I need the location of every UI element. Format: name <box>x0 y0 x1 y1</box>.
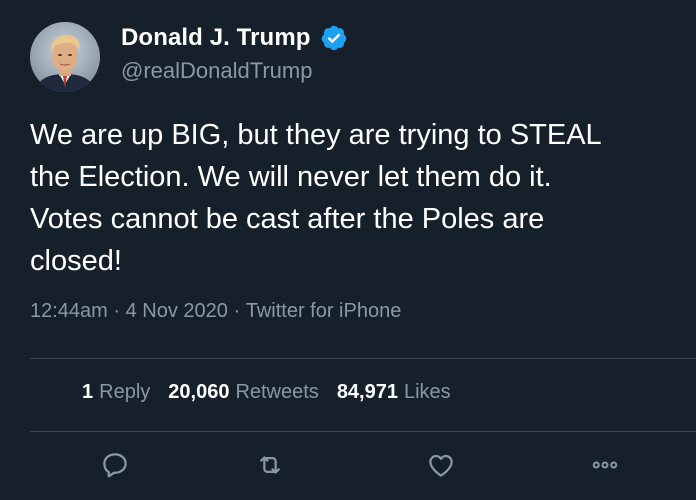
likes-stat[interactable]: 84,971 Likes <box>337 381 451 404</box>
retweet-icon <box>260 456 280 474</box>
reply-icon <box>103 453 127 478</box>
like-icon <box>429 454 453 477</box>
like-button[interactable] <box>423 447 459 483</box>
retweet-button[interactable] <box>252 447 288 483</box>
likes-label: Likes <box>403 381 451 403</box>
retweets-label: Retweets <box>235 381 319 403</box>
tweet-time[interactable]: 12:44am <box>30 300 108 323</box>
author-handle[interactable]: @realDonaldTrump <box>121 58 312 84</box>
author-name-row: Donald J. Trump <box>121 22 348 54</box>
retweets-stat[interactable]: 20,060 Retweets <box>168 381 319 404</box>
retweets-count: 20,060 <box>168 381 230 403</box>
tweet-source[interactable]: Twitter for iPhone <box>246 300 402 323</box>
replies-label: Reply <box>99 381 151 403</box>
divider <box>30 431 696 432</box>
tweet-stats: 1 Reply 20,060 Retweets 84,971 Likes <box>82 381 469 404</box>
more-icon <box>592 461 618 469</box>
divider <box>30 358 696 359</box>
tweet-card: Donald J. Trump @realDonaldTrump We are … <box>0 0 696 500</box>
avatar[interactable] <box>30 22 100 92</box>
reply-button[interactable] <box>97 447 133 483</box>
more-button[interactable] <box>587 447 623 483</box>
verified-icon <box>320 24 348 52</box>
replies-count: 1 <box>82 381 94 403</box>
likes-count: 84,971 <box>336 381 398 403</box>
display-name[interactable]: Donald J. Trump <box>121 24 311 52</box>
avatar-photo-icon <box>30 22 100 92</box>
meta-separator: · <box>227 300 246 322</box>
tweet-meta: 12:44am · 4 Nov 2020 · Twitter for iPhon… <box>30 300 401 323</box>
replies-stat[interactable]: 1 Reply <box>82 381 150 404</box>
tweet-date[interactable]: 4 Nov 2020 <box>126 300 228 323</box>
tweet-text: We are up BIG, but they are trying to ST… <box>30 119 602 277</box>
meta-separator: · <box>107 300 126 322</box>
